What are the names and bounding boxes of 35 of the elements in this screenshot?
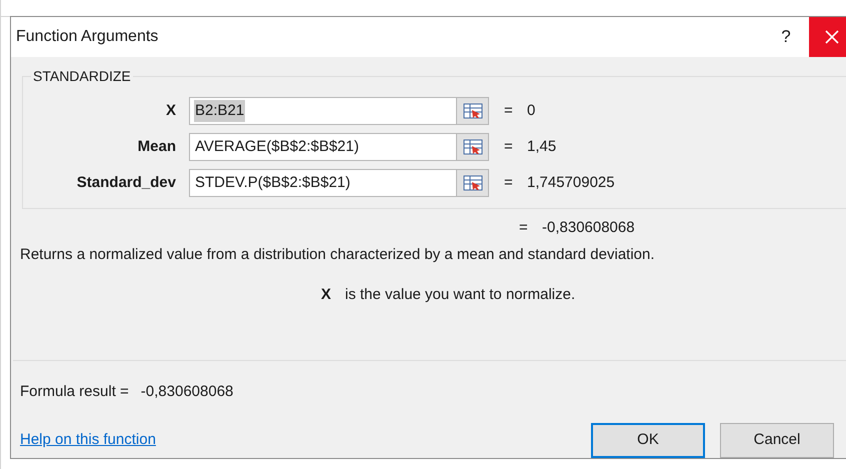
- function-description: Returns a normalized value from a distribution characterized by a mean and standard deviation.: [20, 244, 656, 264]
- equals-sign: =: [504, 136, 514, 157]
- help-link[interactable]: Help on this function: [20, 429, 591, 452]
- equals-sign: =: [504, 100, 514, 121]
- argument-label: X: [164, 100, 177, 121]
- range-picker-button[interactable]: [456, 170, 488, 196]
- argument-field[interactable]: STDEV.P($B$2:$B$21): [189, 169, 489, 197]
- argument-label: Standard_dev: [76, 172, 177, 193]
- help-button[interactable]: ?: [763, 17, 809, 57]
- argument-field[interactable]: AVERAGE($B$2:$B$21): [189, 133, 489, 161]
- argument-label: Mean: [136, 136, 177, 157]
- overall-result: -0,830608068: [542, 218, 635, 238]
- range-picker-button[interactable]: [456, 98, 488, 124]
- argument-description: is the value you want to normalize.: [345, 285, 576, 305]
- range-picker-icon: [462, 139, 482, 155]
- equals-sign: =: [519, 218, 529, 238]
- dialog-button[interactable]: Cancel: [720, 423, 834, 458]
- argument-field[interactable]: B2:B21: [189, 97, 489, 125]
- range-picker-button[interactable]: [456, 134, 488, 160]
- field-value: AVERAGE($B$2:$B$21): [194, 136, 360, 157]
- window-title: Function Arguments: [16, 27, 160, 47]
- argument-name: X: [321, 285, 332, 305]
- close-button[interactable]: [809, 17, 846, 57]
- argument-result: 0: [527, 100, 536, 121]
- formula-result-value: -0,830608068: [140, 382, 234, 402]
- range-picker-icon: [462, 103, 482, 119]
- argument-result: 1,745709025: [527, 172, 615, 193]
- range-picker-icon: [462, 175, 482, 191]
- formula-result-label: Formula result =: [20, 382, 129, 402]
- close-icon: [825, 30, 839, 44]
- field-value: STDEV.P($B$2:$B$21): [194, 172, 352, 193]
- dialog-button[interactable]: OK: [591, 423, 705, 458]
- argument-result: 1,45: [527, 136, 556, 157]
- field-value: B2:B21: [194, 100, 246, 122]
- equals-sign: =: [504, 172, 514, 193]
